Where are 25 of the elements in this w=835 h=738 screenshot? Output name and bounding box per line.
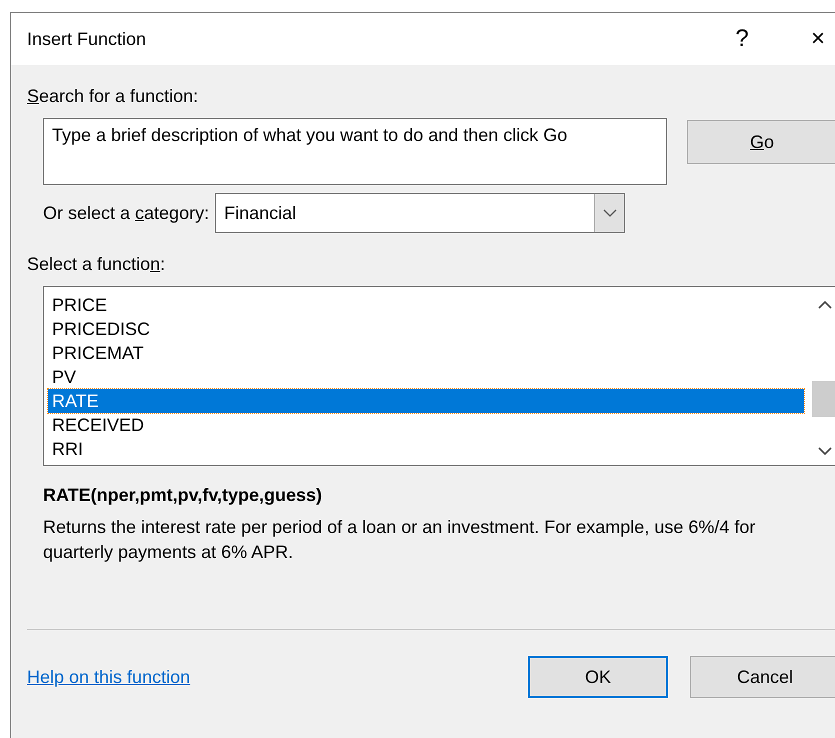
function-list-item[interactable]: PRICEMAT — [48, 341, 804, 365]
category-dropdown[interactable]: Financial — [215, 193, 626, 233]
function-list-item[interactable]: PV — [48, 365, 804, 389]
function-list-item[interactable]: RATE — [48, 389, 804, 413]
scroll-down-icon[interactable] — [818, 447, 832, 455]
function-description: Returns the interest rate per period of a loan or an investment. For example, use 6%/4 for quarterly payments at 6% APR. — [43, 516, 756, 564]
close-button[interactable]: × — [788, 21, 835, 57]
scroll-up-icon[interactable] — [818, 301, 832, 309]
go-button[interactable]: Go — [687, 120, 835, 164]
function-list-item[interactable]: RRI — [48, 437, 804, 461]
function-signature: RATE(nper,pmt,pv,fv,type,guess) — [43, 484, 324, 507]
search-label: Search for a function: — [27, 85, 200, 108]
chevron-down-icon — [602, 209, 617, 217]
function-list-item[interactable]: PRICE — [48, 293, 804, 317]
function-list-item[interactable]: RECEIVED — [48, 413, 804, 437]
dialog-button[interactable]: Cancel — [690, 656, 835, 698]
help-link[interactable]: Help on this function — [27, 664, 190, 690]
window-title: Insert Function — [27, 28, 146, 50]
function-list-label: Select a function: — [27, 253, 166, 276]
category-label: Or select a category: — [43, 202, 210, 225]
help-button[interactable]: ? — [712, 21, 772, 57]
function-list-item[interactable]: PRICEDISC — [48, 317, 804, 341]
dialog-button[interactable]: OK — [528, 656, 668, 698]
scroll-thumb[interactable] — [812, 381, 835, 417]
search-field[interactable]: Type a brief description of what you want to do and then click Go — [43, 118, 667, 185]
